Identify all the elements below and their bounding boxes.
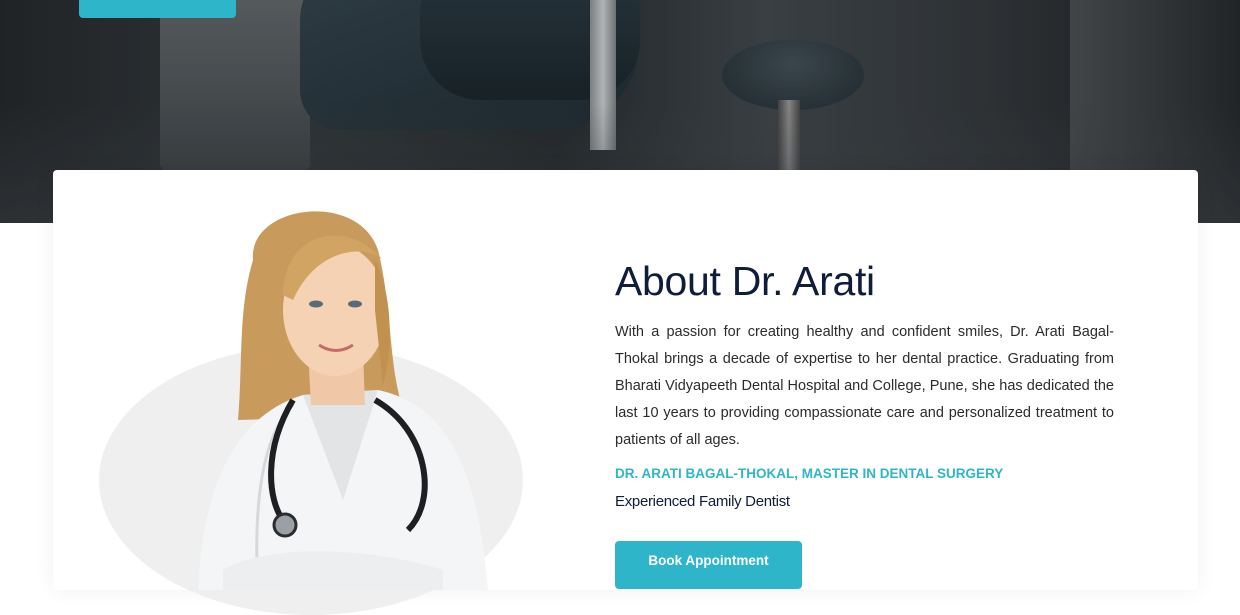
doctor-credential: DR. ARATI BAGAL-THOKAL, MASTER IN DENTAL… [615,466,1004,481]
about-description: With a passion for creating healthy and … [615,324,1114,448]
hero-cta-button[interactable] [79,0,236,18]
doctor-portrait-image [198,211,488,590]
about-title: About Dr. Arati [615,258,875,304]
about-section-card: About Dr. Arati With a passion for creat… [53,170,1198,615]
book-appointment-button[interactable]: Book Appointment [615,541,802,589]
doctor-subtitle: Experienced Family Dentist [615,493,790,510]
